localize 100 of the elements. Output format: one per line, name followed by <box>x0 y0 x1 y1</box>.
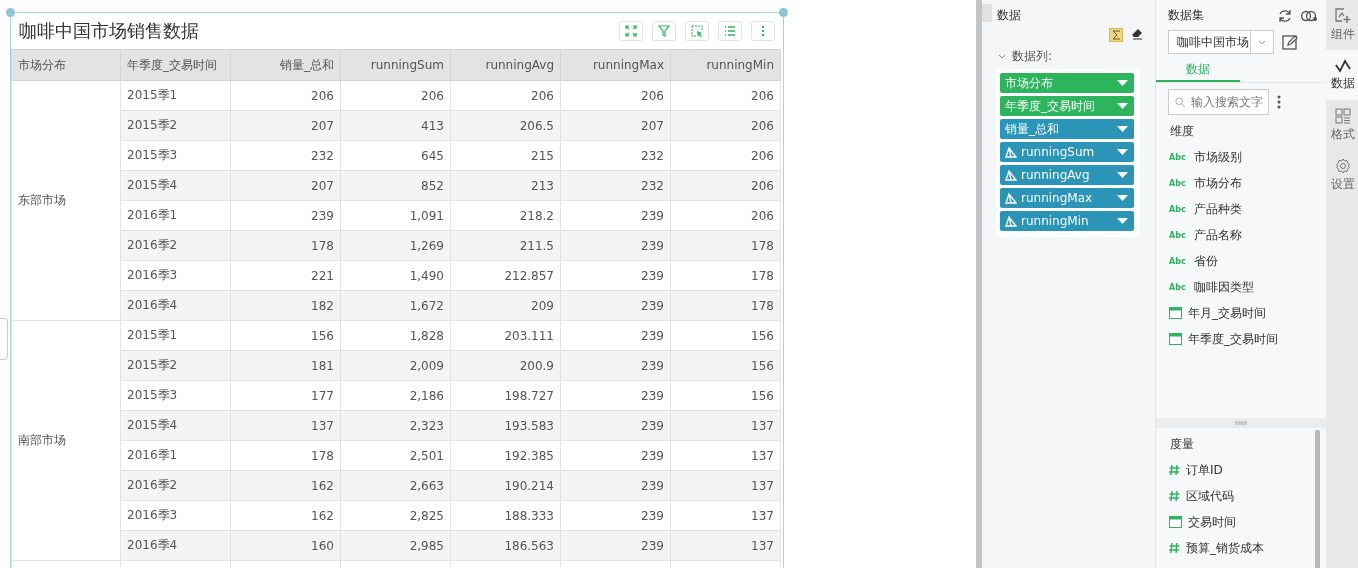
section-label: 数据列: <box>1012 48 1053 65</box>
table-cell: 2015季4 <box>120 410 231 441</box>
table-cell: 137 <box>670 470 781 501</box>
dropdown-icon <box>1117 218 1128 224</box>
table-cell: 207 <box>560 110 671 141</box>
table-cell: 192.385 <box>450 440 561 471</box>
column-header[interactable]: 市场分布 <box>11 49 121 81</box>
table-cell: 137 <box>670 530 781 561</box>
column-header[interactable]: runningSum <box>340 49 451 81</box>
select-button[interactable] <box>685 21 709 41</box>
table-cell: 200.9 <box>450 350 561 381</box>
table-cell: 156 <box>230 320 341 351</box>
more-button[interactable] <box>751 21 775 41</box>
table-cell: 156 <box>670 350 781 381</box>
table-cell: 206 <box>670 170 781 201</box>
column-header[interactable]: runningAvg <box>450 49 561 81</box>
field-item[interactable]: 年季度_交易时间 <box>1188 330 1278 348</box>
table-cell: 1,091 <box>340 200 451 231</box>
edit-icon[interactable] <box>1282 34 1298 50</box>
dropdown-icon <box>1117 126 1128 132</box>
search-icon <box>1175 96 1185 108</box>
table-cell: 178 <box>670 290 781 321</box>
list-icon <box>724 25 736 37</box>
table-cell: 213 <box>450 170 561 201</box>
field-pill[interactable]: runningSum <box>1000 142 1134 162</box>
side-tab[interactable]: 格式 <box>1326 100 1358 150</box>
table-cell: 215 <box>450 140 561 171</box>
collapse-handle[interactable] <box>0 318 8 360</box>
table-cell: 182 <box>230 290 341 321</box>
side-tab[interactable]: 数据 <box>1326 50 1358 100</box>
field-item[interactable]: 市场级别 <box>1193 148 1242 166</box>
field-item[interactable]: 交易时间 <box>1188 513 1236 531</box>
field-item[interactable]: 省份 <box>1193 252 1218 270</box>
table-cell: 137 <box>670 500 781 531</box>
table-cell: 206 <box>670 200 781 231</box>
field-pill[interactable]: runningMin <box>1000 211 1134 231</box>
table-cell: 207 <box>230 170 341 201</box>
table-cell: 178 <box>230 230 341 261</box>
table-cell: 2,323 <box>340 410 451 441</box>
table-cell: 2016季1 <box>120 440 231 471</box>
table-cell: 212.857 <box>450 260 561 291</box>
table-cell: 2,825 <box>340 500 451 531</box>
chevron-icon[interactable] <box>998 53 1006 60</box>
field-pill[interactable]: 销量_总和 <box>1000 119 1134 139</box>
refresh-icon[interactable] <box>1278 8 1292 23</box>
table-cell: 239 <box>560 500 671 531</box>
table-cell: 203.111 <box>450 320 561 351</box>
drag-handle-icon[interactable] <box>1235 421 1247 425</box>
more-icon[interactable] <box>1277 95 1281 109</box>
triangle-icon <box>1005 146 1017 158</box>
column-header[interactable]: 年季度_交易时间 <box>120 49 231 81</box>
resize-handle[interactable] <box>6 8 15 17</box>
scrollbar[interactable] <box>1315 430 1320 568</box>
field-item[interactable]: 产品种类 <box>1193 200 1242 218</box>
filter-button[interactable] <box>652 21 676 41</box>
text-type-icon: Abc <box>1169 230 1186 240</box>
field-item[interactable]: 咖啡因类型 <box>1193 278 1254 296</box>
field-item[interactable]: 订单ID <box>1186 461 1223 479</box>
table-cell: 206 <box>450 80 561 111</box>
calendar-icon <box>1169 333 1182 345</box>
table-cell: 239 <box>560 410 671 441</box>
table-cell: 206 <box>670 140 781 171</box>
calendar-icon <box>1169 516 1182 528</box>
panel-title: 数据 <box>997 7 1021 24</box>
table-cell: 239 <box>560 230 671 261</box>
column-header[interactable]: 销量_总和 <box>230 49 341 81</box>
line-chart-icon <box>1334 58 1351 73</box>
fullscreen-button[interactable] <box>619 21 643 41</box>
search-field[interactable]: 输入搜索文字 <box>1168 89 1269 115</box>
hash-icon <box>1169 464 1180 476</box>
table-cell: 221 <box>230 260 341 291</box>
column-header[interactable]: runningMax <box>560 49 671 81</box>
table-cell: 2015季1 <box>120 320 231 351</box>
section-heading: 度量 <box>1169 436 1195 453</box>
field-item[interactable]: 区域代码 <box>1186 487 1234 505</box>
resize-handle[interactable] <box>779 8 788 17</box>
table-cell: 2015季3 <box>120 140 231 171</box>
add-widget-icon <box>1334 7 1351 24</box>
field-item[interactable]: 预算_销货成本 <box>1186 539 1264 557</box>
table-cell: 2016季4 <box>120 530 231 561</box>
table-cell: 206 <box>670 110 781 141</box>
field-item[interactable]: 年月_交易时间 <box>1188 304 1266 322</box>
list-button[interactable] <box>718 21 742 41</box>
field-pill[interactable]: runningMax <box>1000 188 1134 208</box>
table-cell: 南部市场 <box>11 320 121 561</box>
column-header[interactable]: runningMin <box>670 49 781 81</box>
table-cell: 1,490 <box>340 260 451 291</box>
table-cell: 2,985 <box>340 530 451 561</box>
side-tab[interactable]: 设置 <box>1326 150 1358 200</box>
field-item[interactable]: 产品名称 <box>1193 226 1242 244</box>
table-cell: 160 <box>230 530 341 561</box>
field-pill[interactable]: runningAvg <box>1000 165 1134 185</box>
sigma-button[interactable] <box>1109 28 1123 42</box>
field-item[interactable]: 市场分布 <box>1193 174 1242 192</box>
dataset-select[interactable]: 咖啡中国市场 <box>1168 30 1274 54</box>
link-icon[interactable] <box>1300 9 1318 22</box>
table-cell: 137 <box>670 410 781 441</box>
side-tab[interactable]: 组件 <box>1326 0 1358 50</box>
eraser-icon[interactable] <box>1131 28 1143 40</box>
card-title: 咖啡中国市场销售数据 <box>19 19 200 43</box>
